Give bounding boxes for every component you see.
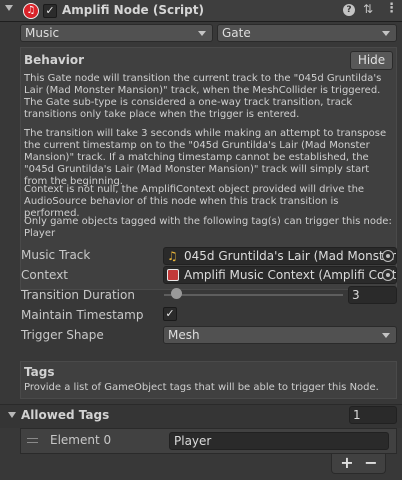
chevron-down-icon bbox=[198, 31, 206, 36]
object-picker-icon[interactable] bbox=[382, 250, 394, 262]
context-label: Context bbox=[21, 268, 69, 282]
music-track-value: 045d Gruntilda's Lair (Mad Monster Mansi… bbox=[184, 249, 397, 263]
behavior-title: Behavior bbox=[24, 53, 85, 67]
presets-icon[interactable]: ⇅ bbox=[363, 2, 373, 16]
behavior-paragraph-2: The transition will take 3 seconds while… bbox=[24, 128, 387, 187]
maintain-timestamp-checkbox[interactable]: ✓ bbox=[163, 307, 177, 321]
allowed-tags-title: Allowed Tags bbox=[21, 408, 110, 422]
object-picker-icon[interactable] bbox=[382, 269, 394, 281]
music-track-field[interactable]: ♫ 045d Gruntilda's Lair (Mad Monster Man… bbox=[163, 247, 397, 265]
foldout-arrow-icon[interactable] bbox=[5, 5, 13, 11]
element-0-label: Element 0 bbox=[50, 433, 112, 447]
chevron-down-icon bbox=[382, 333, 390, 338]
node-category-dropdown[interactable]: Music bbox=[20, 24, 213, 42]
more-options-icon[interactable]: ⋮ bbox=[385, 1, 398, 16]
context-value: Amplifi Music Context (Amplifi Context) bbox=[184, 268, 397, 282]
transition-duration-slider-thumb[interactable] bbox=[171, 288, 183, 299]
transition-duration-slider-track[interactable] bbox=[164, 294, 343, 296]
chevron-down-icon bbox=[382, 31, 390, 36]
node-subtype-value: Gate bbox=[222, 26, 251, 40]
trigger-shape-value: Mesh bbox=[168, 328, 200, 342]
allowed-tags-size-input[interactable]: 1 bbox=[349, 406, 397, 424]
add-element-button[interactable]: + bbox=[338, 454, 356, 472]
behavior-paragraph-1: This Gate node will transition the curre… bbox=[24, 73, 382, 120]
trigger-shape-dropdown[interactable]: Mesh bbox=[163, 326, 397, 344]
hide-button[interactable]: Hide bbox=[350, 51, 393, 70]
node-category-value: Music bbox=[25, 26, 60, 40]
context-asset-icon bbox=[167, 269, 179, 281]
allowed-tags-foldout-icon[interactable] bbox=[8, 412, 16, 418]
behavior-paragraph-3: Context is not null, the AmplifiContext … bbox=[24, 184, 365, 219]
component-title: Amplifi Node (Script) bbox=[62, 3, 204, 17]
trigger-shape-label: Trigger Shape bbox=[21, 328, 104, 342]
help-icon[interactable]: ? bbox=[343, 4, 355, 16]
transition-duration-input[interactable]: 3 bbox=[348, 286, 397, 304]
amplifi-script-icon: ♫ bbox=[23, 3, 39, 19]
node-subtype-dropdown[interactable]: Gate bbox=[217, 24, 397, 42]
element-0-input[interactable]: Player bbox=[169, 432, 389, 450]
transition-duration-label: Transition Duration bbox=[21, 288, 135, 302]
maintain-timestamp-label: Maintain Timestamp bbox=[21, 308, 144, 322]
tags-title: Tags bbox=[24, 365, 55, 379]
remove-element-button[interactable]: − bbox=[362, 454, 380, 472]
drag-handle-icon[interactable] bbox=[27, 438, 38, 443]
context-field[interactable]: Amplifi Music Context (Amplifi Context) bbox=[163, 266, 397, 284]
music-track-label: Music Track bbox=[21, 248, 91, 262]
component-enabled-checkbox[interactable]: ✓ bbox=[43, 4, 57, 18]
behavior-paragraph-4: Only game objects tagged with the follow… bbox=[24, 216, 392, 239]
music-note-icon: ♫ bbox=[167, 249, 178, 263]
tags-help-box bbox=[20, 361, 397, 399]
tags-description: Provide a list of GameObject tags that w… bbox=[24, 382, 379, 393]
